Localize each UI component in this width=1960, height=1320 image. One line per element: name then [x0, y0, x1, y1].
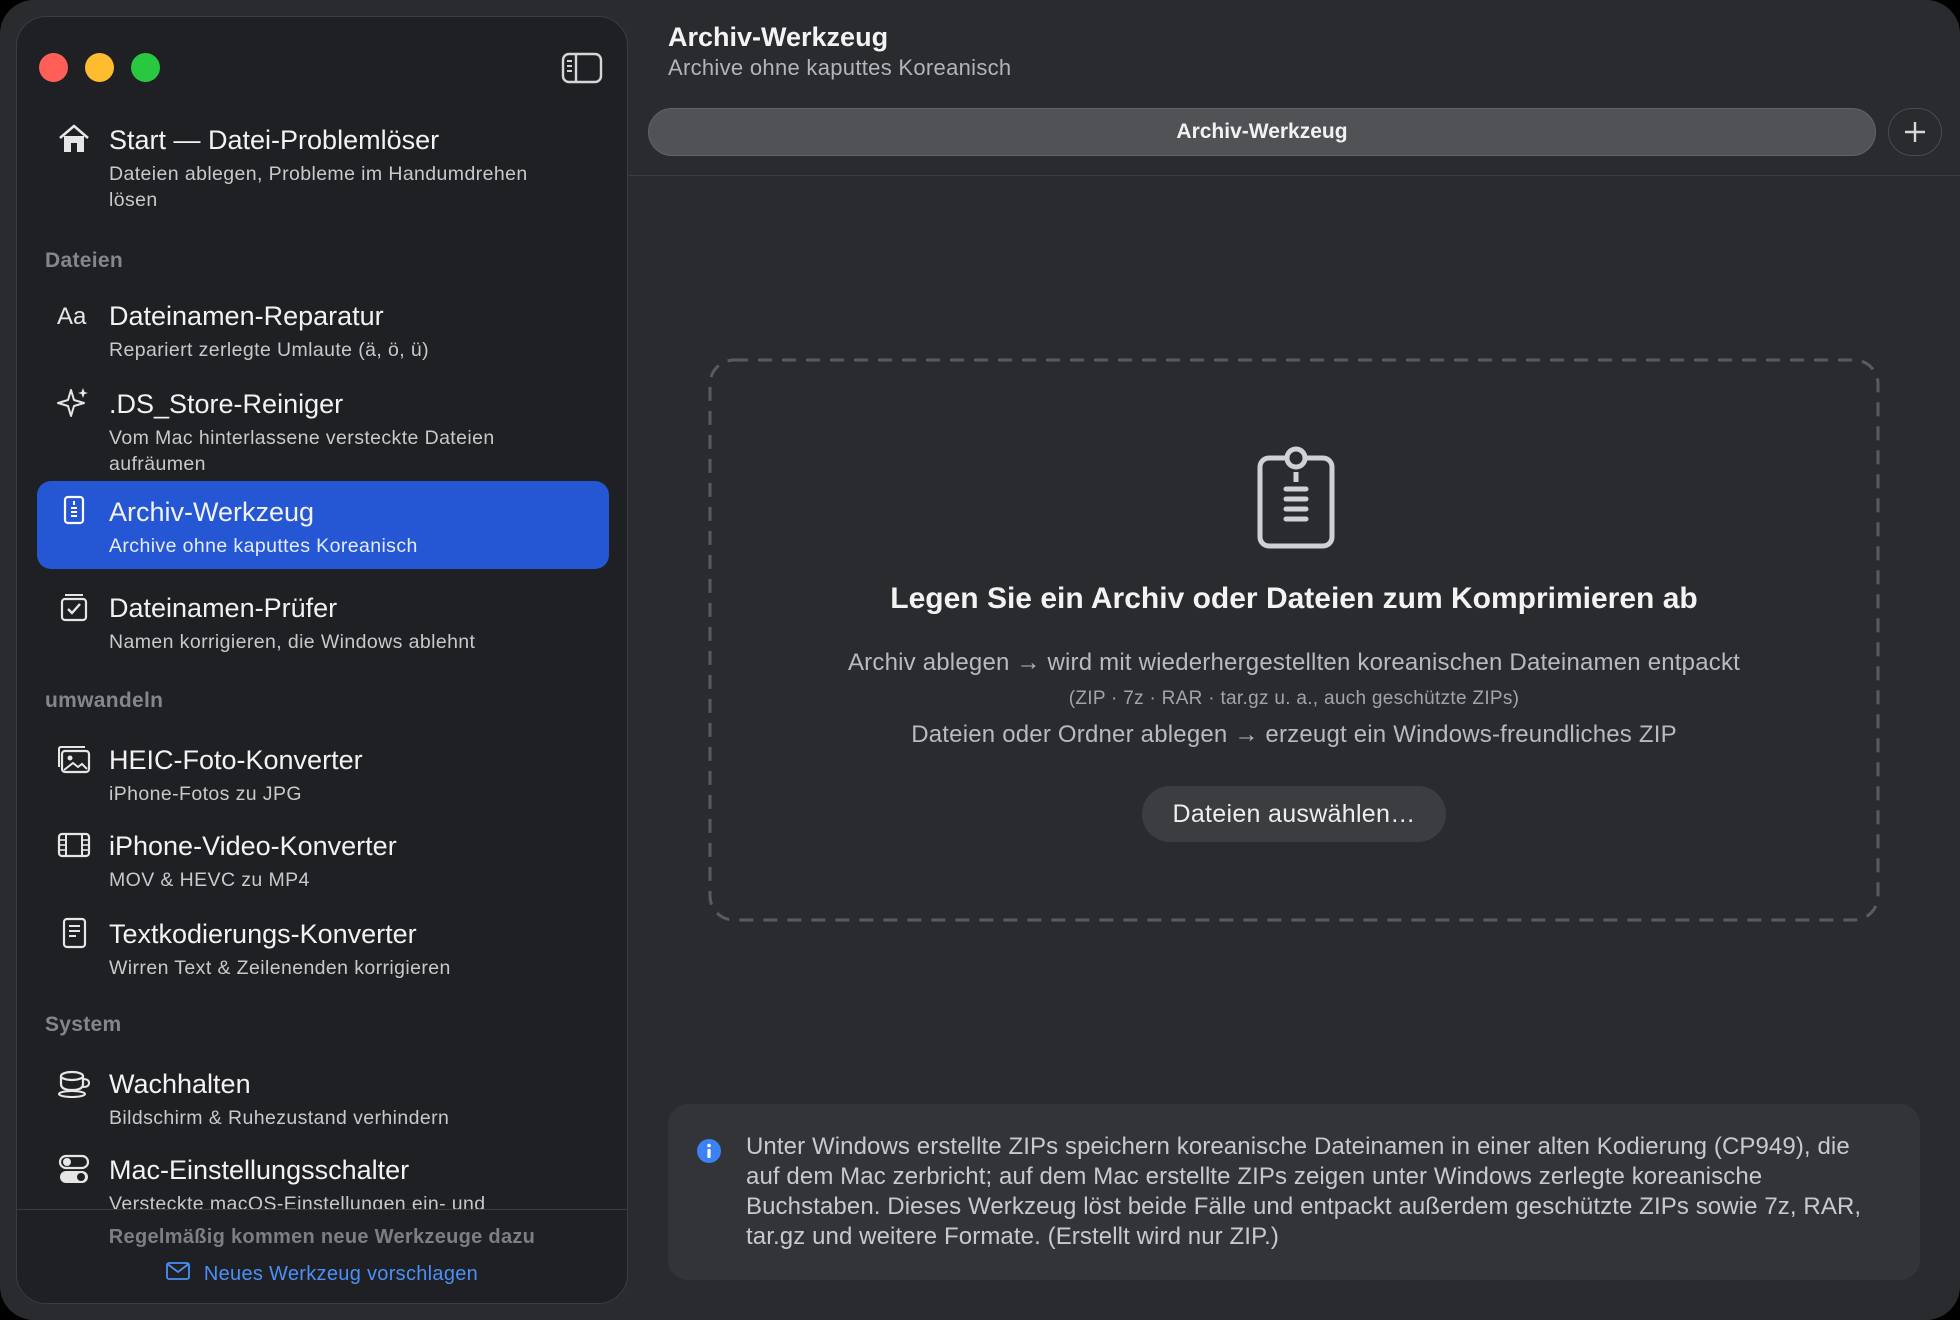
sidebar-item-title: Dateinamen-Reparatur: [109, 301, 384, 331]
sidebar-item-title: Dateinamen-Prüfer: [109, 593, 338, 623]
sidebar-item-subtitle: iPhone-Fotos zu JPG: [109, 783, 302, 805]
new-tab-button[interactable]: [1888, 108, 1942, 156]
sidebar-item-archive-tool[interactable]: Archiv-Werkzeug Archive ohne kaputtes Ko…: [37, 481, 609, 569]
window-controls: [39, 53, 160, 82]
text-aa-icon: Aa: [57, 298, 91, 332]
photo-stack-icon: [57, 742, 91, 776]
sidebar-item-mac-settings-toggles[interactable]: Mac-Einstellungsschalter Versteckte macO…: [37, 1139, 609, 1215]
sidebar-item-title: iPhone-Video-Konverter: [109, 831, 397, 861]
tab-archive-tool[interactable]: Archiv-Werkzeug: [648, 108, 1876, 156]
sidebar-item-start[interactable]: Start — Datei-Problemlöser Dateien ableg…: [37, 117, 609, 211]
sparkles-icon: [57, 386, 91, 420]
sidebar-item-subtitle: Namen korrigieren, die Windows ablehnt: [109, 631, 476, 653]
page-title: Archiv-Werkzeug: [668, 22, 889, 52]
drop-zone-extract-hint: Archiv ablegen → wird mit wiederhergeste…: [847, 649, 1741, 676]
info-text: Unter Windows erstellte ZIPs speichern k…: [746, 1133, 1862, 1250]
choose-files-button[interactable]: Dateien auswählen…: [1142, 786, 1446, 842]
info-icon: [696, 1138, 722, 1164]
footer-note: Regelmäßig kommen neue Werkzeuge dazu: [108, 1226, 536, 1248]
sidebar-item-subtitle: Repariert zerlegte Umlaute (ä, ö, ü): [109, 339, 430, 361]
sidebar-item-ds-store-cleaner[interactable]: .DS_Store-Reiniger Vom Mac hinterlassene…: [37, 373, 609, 475]
plus-icon: [1905, 122, 1925, 142]
minimize-window-button[interactable]: [85, 53, 114, 82]
sidebar-item-heic-converter[interactable]: HEIC-Foto-Konverter iPhone-Fotos zu JPG: [37, 729, 609, 805]
sidebar-item-title: Archiv-Werkzeug: [109, 497, 315, 527]
suggest-tool-link[interactable]: Neues Werkzeug vorschlagen: [17, 1262, 627, 1286]
sidebar-item-subtitle: Dateien ablegen, Probleme im Handumdrehe…: [109, 163, 528, 211]
section-label-convert: umwandeln: [45, 689, 164, 712]
sidebar-item-keep-awake[interactable]: Wachhalten Bildschirm & Ruhezustand verh…: [37, 1053, 609, 1129]
sidebar-item-title: Textkodierungs-Konverter: [109, 919, 417, 949]
toolbar-divider: [628, 175, 1960, 176]
sidebar-item-subtitle: Vom Mac hinterlassene versteckte Dateien…: [109, 427, 495, 475]
coffee-cup-icon: [57, 1066, 91, 1100]
section-label-files: Dateien: [45, 249, 123, 272]
sidebar-toggle-icon[interactable]: [561, 51, 603, 85]
sidebar: Start — Datei-Problemlöser Dateien ableg…: [16, 16, 628, 1304]
drop-zone[interactable]: Legen Sie ein Archiv oder Dateien zum Ko…: [708, 358, 1880, 922]
info-box: Unter Windows erstellte ZIPs speichern k…: [668, 1104, 1920, 1280]
toggles-icon: [57, 1152, 91, 1186]
drop-zone-formats: (ZIP · 7z · RAR · tar.gz u. a., auch ges…: [1068, 688, 1520, 709]
sidebar-item-subtitle: Archive ohne kaputtes Koreanisch: [109, 535, 418, 557]
envelope-icon: [165, 1262, 190, 1286]
document-text-icon: [57, 916, 91, 950]
sidebar-item-title: Start — Datei-Problemlöser: [109, 125, 440, 155]
suggest-tool-label: Neues Werkzeug vorschlagen: [203, 1262, 479, 1285]
section-label-system: System: [45, 1013, 122, 1036]
sidebar-footer: Regelmäßig kommen neue Werkzeuge dazu Ne…: [17, 1209, 627, 1303]
svg-text:Aa: Aa: [57, 303, 87, 330]
zoom-window-button[interactable]: [131, 53, 160, 82]
sidebar-item-subtitle: Wirren Text & Zeilenenden korrigieren: [109, 957, 451, 979]
drop-zone-compress-hint: Dateien oder Ordner ablegen → erzeugt ei…: [911, 721, 1677, 748]
app-window: Start — Datei-Problemlöser Dateien ableg…: [0, 0, 1960, 1320]
sidebar-item-title: Mac-Einstellungsschalter: [109, 1155, 410, 1185]
sidebar-item-title: .DS_Store-Reiniger: [109, 389, 344, 419]
zipper-document-icon: [57, 494, 91, 528]
sidebar-item-subtitle: MOV & HEVC zu MP4: [109, 869, 310, 891]
sidebar-item-title: HEIC-Foto-Konverter: [109, 745, 363, 775]
sidebar-item-text-encoding[interactable]: Textkodierungs-Konverter Wirren Text & Z…: [37, 903, 609, 979]
house-icon: [57, 122, 91, 156]
sidebar-item-video-converter[interactable]: iPhone-Video-Konverter MOV & HEVC zu MP4: [37, 815, 609, 891]
checkmark-tray-icon: [57, 590, 91, 624]
drop-zone-headline: Legen Sie ein Archiv oder Dateien zum Ko…: [890, 582, 1698, 615]
sidebar-item-filename-repair[interactable]: Aa Dateinamen-Reparatur Repariert zerleg…: [37, 285, 609, 361]
sidebar-item-subtitle: Bildschirm & Ruhezustand verhindern: [109, 1107, 450, 1129]
film-icon: [57, 828, 91, 862]
sidebar-nav: Start — Datei-Problemlöser Dateien ableg…: [17, 117, 627, 1221]
page-subtitle: Archive ohne kaputtes Koreanisch: [668, 55, 1012, 80]
zipper-document-icon: [1254, 444, 1340, 554]
sidebar-item-title: Wachhalten: [109, 1069, 251, 1099]
close-window-button[interactable]: [39, 53, 68, 82]
sidebar-item-filename-checker[interactable]: Dateinamen-Prüfer Namen korrigieren, die…: [37, 577, 609, 653]
